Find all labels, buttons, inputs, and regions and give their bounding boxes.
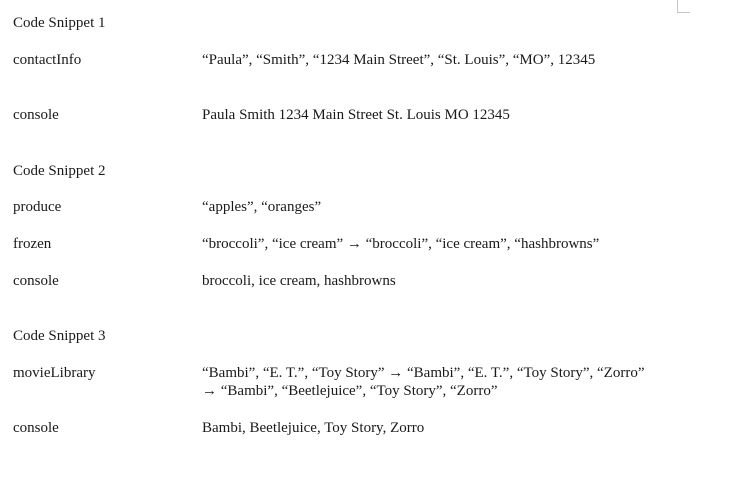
value-line: “Paula”, “Smith”, “1234 Main Street”, “S…: [202, 52, 596, 68]
snippet-2-heading: Code Snippet 2: [13, 163, 106, 179]
snippet-3-movielibrary-label: movieLibrary: [13, 365, 96, 381]
snippet-2-console-value: broccoli, ice cream, hashbrowns: [202, 272, 396, 290]
snippet-1-console-value: Paula Smith 1234 Main Street St. Louis M…: [202, 106, 510, 124]
snippet-1-contactinfo-value: “Paula”, “Smith”, “1234 Main Street”, “S…: [202, 51, 595, 69]
snippet-2-console-label: console: [13, 273, 59, 289]
snippet-1-console-label: console: [13, 107, 59, 123]
value-line: Bambi, Beetlejuice, Toy Story, Zorro: [202, 420, 425, 436]
snippet-3-heading: Code Snippet 3: [13, 328, 106, 344]
snippet-1-contactinfo-label: contactInfo: [13, 52, 82, 68]
value-line: → “Bambi”, “Beetlejuice”, “Toy Story”, “…: [202, 383, 498, 399]
snippet-3-console-label: console: [13, 420, 59, 436]
value-line: Paula Smith 1234 Main Street St. Louis M…: [202, 107, 510, 123]
snippet-2-produce-label: produce: [13, 199, 62, 215]
value-line: “Bambi”, “E. T.”, “Toy Story” → “Bambi”,…: [202, 365, 645, 381]
snippet-3-console-value: Bambi, Beetlejuice, Toy Story, Zorro: [202, 419, 424, 437]
snippet-2-frozen-label: frozen: [13, 236, 52, 252]
snippet-2-produce-value: “apples”, “oranges”: [202, 198, 321, 216]
value-line: “apples”, “oranges”: [202, 199, 322, 215]
snippet-3-movielibrary-value: “Bambi”, “E. T.”, “Toy Story” → “Bambi”,…: [202, 364, 644, 400]
page-corner-marker: [677, 0, 690, 13]
snippet-2-frozen-value: “broccoli”, “ice cream” → “broccoli”, “i…: [202, 235, 599, 253]
value-line: broccoli, ice cream, hashbrowns: [202, 273, 396, 289]
snippet-1-heading: Code Snippet 1: [13, 15, 106, 31]
value-line: “broccoli”, “ice cream” → “broccoli”, “i…: [202, 236, 600, 252]
